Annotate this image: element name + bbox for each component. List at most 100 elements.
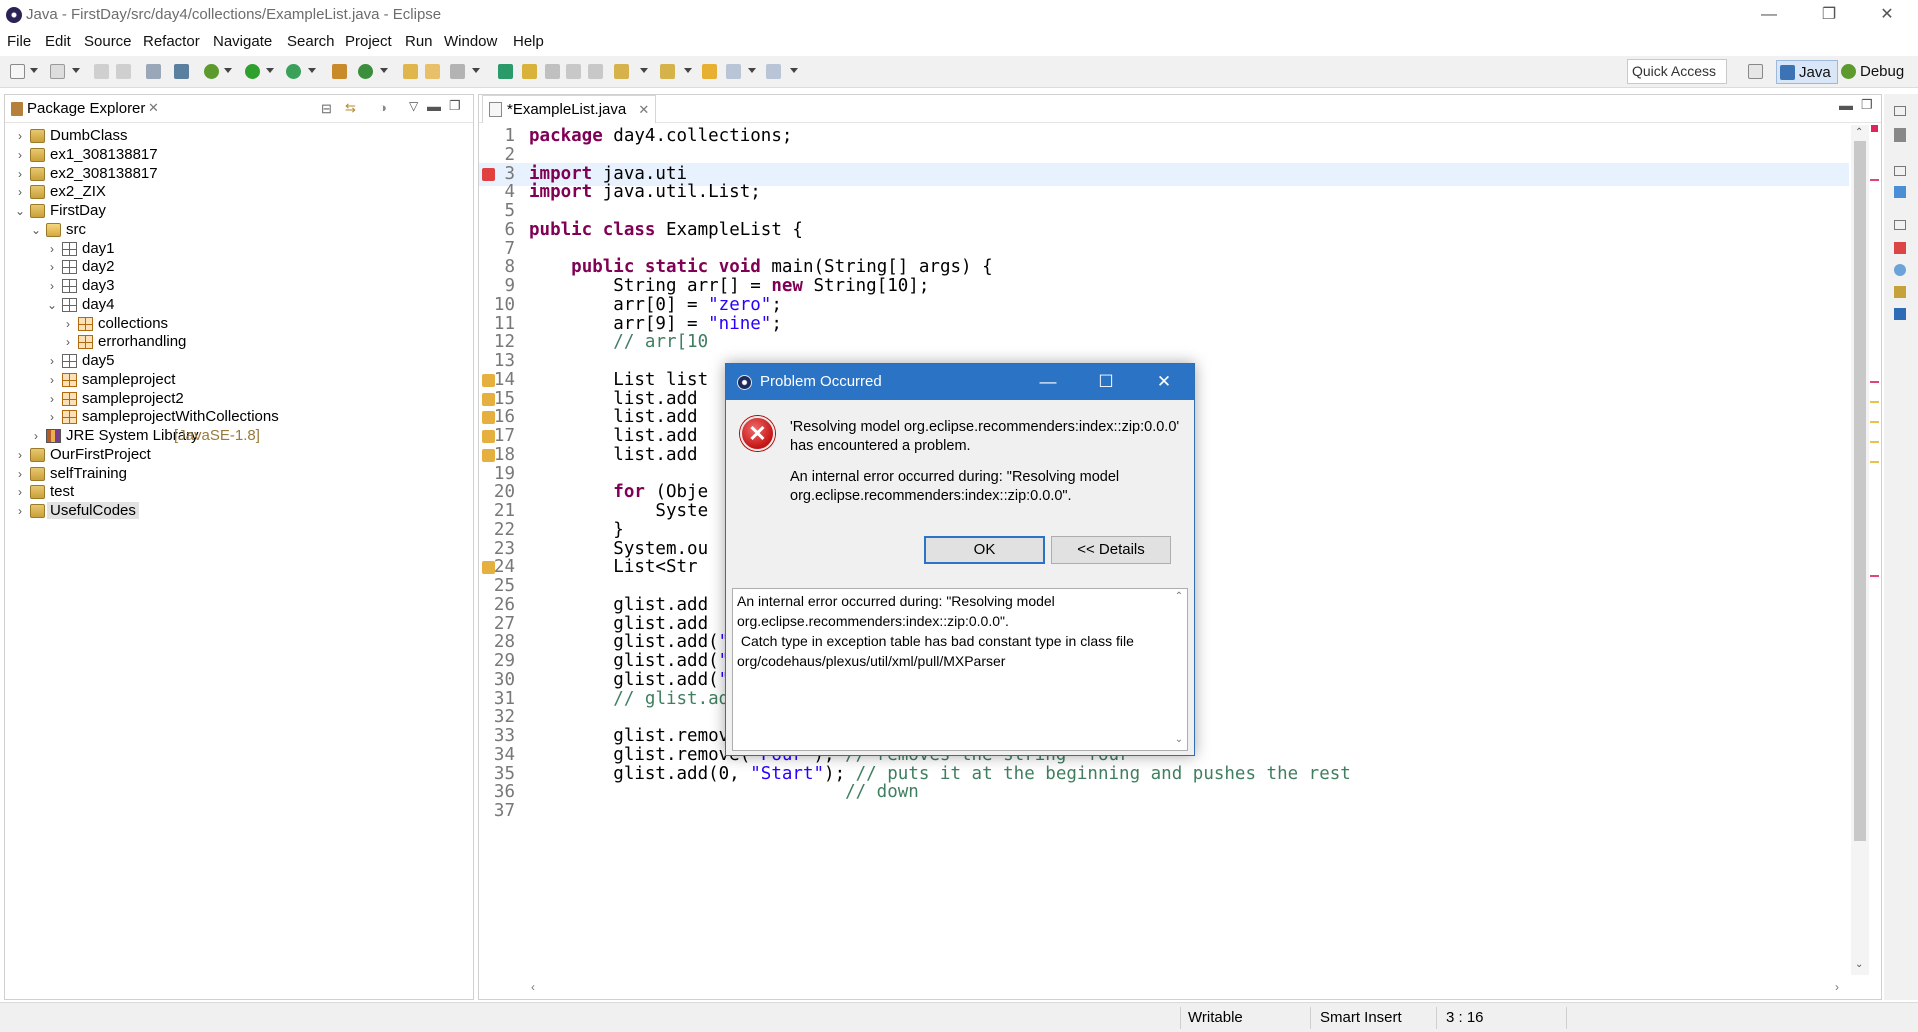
error-ruler-mark[interactable] (1870, 381, 1879, 383)
warning-ruler-mark[interactable] (1870, 461, 1879, 463)
menu-file[interactable]: File (7, 33, 31, 50)
back-dropdown-caret[interactable] (748, 68, 756, 73)
expanded-chevron-icon[interactable]: ⌄ (29, 221, 43, 239)
collapsed-chevron-icon[interactable]: › (13, 446, 27, 464)
collapsed-chevron-icon[interactable]: › (13, 165, 27, 183)
tree-item[interactable]: › ex2_308138817 (5, 164, 471, 184)
minimize-editor-icon[interactable]: ▬ (1839, 97, 1853, 113)
save-icon[interactable] (94, 64, 109, 79)
tree-item[interactable]: › selfTraining (5, 464, 471, 484)
save-all-icon[interactable] (116, 64, 131, 79)
tree-item[interactable]: › sampleprojectWithCollections (5, 407, 471, 427)
next-annotation-icon[interactable] (498, 64, 513, 79)
close-editor-icon[interactable]: ✕ (638, 102, 649, 117)
tree-item[interactable]: › JRE System Library [JavaSE-1.8] (5, 426, 471, 446)
menu-help[interactable]: Help (513, 33, 544, 50)
minimize-view-icon[interactable]: ▬ (427, 98, 441, 114)
last-edit-location-icon[interactable] (702, 64, 717, 79)
console-icon[interactable] (1894, 308, 1906, 320)
open-perspective-icon[interactable] (1748, 64, 1763, 79)
tree-item[interactable]: › test (5, 482, 471, 502)
debug-icon[interactable] (204, 64, 219, 79)
word-wrap-icon[interactable] (588, 64, 603, 79)
tree-item[interactable]: › DumbClass (5, 126, 471, 146)
collapsed-chevron-icon[interactable]: › (45, 408, 59, 426)
tree-item[interactable]: › sampleproject (5, 370, 471, 390)
scroll-up-arrow[interactable]: ⌃ (1855, 127, 1863, 138)
next-edit-icon[interactable] (614, 64, 629, 79)
menu-navigate[interactable]: Navigate (213, 33, 272, 50)
collapsed-chevron-icon[interactable]: › (45, 371, 59, 389)
coverage-dropdown-caret[interactable] (308, 68, 316, 73)
expanded-chevron-icon[interactable]: ⌄ (45, 296, 59, 314)
tree-item[interactable]: ⌄ FirstDay (5, 201, 471, 221)
package-explorer-tab[interactable]: Package Explorer ✕ ⊟ ⇆ ◑ ▽ ▬ ❐ (5, 95, 473, 123)
new-icon[interactable] (10, 64, 25, 79)
dialog-minimize-button[interactable]: — (1019, 364, 1077, 400)
back-arrow-icon[interactable] (726, 64, 741, 79)
expanded-chevron-icon[interactable]: ⌄ (13, 202, 27, 220)
show-whitespace-icon[interactable] (545, 64, 560, 79)
dialog-close-button[interactable]: ✕ (1135, 364, 1193, 400)
details-text-area[interactable]: An internal error occurred during: "Reso… (732, 588, 1188, 751)
java-perspective-button[interactable]: Java (1776, 60, 1838, 84)
debug-dropdown-caret[interactable] (224, 68, 232, 73)
warning-ruler-mark[interactable] (1870, 441, 1879, 443)
collapsed-chevron-icon[interactable]: › (61, 333, 75, 351)
tree-item[interactable]: ⌄ day4 (5, 295, 471, 315)
outline-icon[interactable] (1894, 186, 1906, 198)
tree-item[interactable]: › sampleproject2 (5, 389, 471, 409)
code-line[interactable]: 37 (479, 800, 1849, 823)
details-button[interactable]: << Details (1051, 536, 1171, 564)
open-icon[interactable] (50, 64, 65, 79)
forward-dropdown-caret[interactable] (790, 68, 798, 73)
toggle-breakpoint-icon[interactable] (174, 64, 189, 79)
forward-arrow-icon[interactable] (766, 64, 781, 79)
dialog-maximize-button[interactable]: ☐ (1077, 364, 1135, 400)
open-dropdown-caret[interactable] (72, 68, 80, 73)
search-dropdown-caret[interactable] (472, 68, 480, 73)
warning-ruler-mark[interactable] (1870, 401, 1879, 403)
restore-button[interactable]: ❐ (1800, 0, 1858, 30)
tree-item[interactable]: ⌄ src (5, 220, 471, 240)
javadoc-icon[interactable] (1894, 264, 1906, 276)
menu-project[interactable]: Project (345, 33, 392, 50)
menu-window[interactable]: Window (444, 33, 497, 50)
maximize-view-icon[interactable]: ❐ (449, 98, 461, 114)
collapsed-chevron-icon[interactable]: › (45, 277, 59, 295)
restore-outline-icon[interactable] (1894, 106, 1906, 116)
restore-console-icon[interactable] (1894, 220, 1906, 230)
menu-edit[interactable]: Edit (45, 33, 71, 50)
collapsed-chevron-icon[interactable]: › (45, 258, 59, 276)
new-java-package-icon[interactable] (332, 64, 347, 79)
error-ruler-mark[interactable] (1870, 575, 1879, 577)
maximize-editor-icon[interactable]: ❐ (1861, 97, 1873, 113)
scroll-right-arrow[interactable]: › (1835, 980, 1839, 994)
details-scroll-up-arrow[interactable]: ⌃ (1173, 591, 1185, 603)
details-scroll-down-arrow[interactable]: ⌄ (1173, 734, 1185, 746)
tree-item[interactable]: › day3 (5, 276, 471, 296)
problems-icon[interactable] (1894, 242, 1906, 254)
highlight-icon[interactable] (522, 64, 537, 79)
error-ruler-mark[interactable] (1870, 179, 1879, 181)
restore-problems-icon[interactable] (1894, 166, 1906, 176)
minimize-button[interactable]: — (1740, 0, 1798, 30)
tree-item[interactable]: › collections (5, 314, 471, 334)
coverage-icon[interactable] (286, 64, 301, 79)
collapsed-chevron-icon[interactable]: › (13, 146, 27, 164)
new-java-class-icon[interactable] (358, 64, 373, 79)
new-dropdown-caret[interactable] (30, 68, 38, 73)
quick-access-field[interactable]: Quick Access (1627, 59, 1727, 84)
collapse-all-icon[interactable]: ⊟ (321, 101, 332, 117)
collapsed-chevron-icon[interactable]: › (61, 315, 75, 333)
view-filter-icon[interactable]: ◑ (379, 100, 387, 115)
debug-perspective-button[interactable]: Debug (1838, 60, 1904, 84)
menu-source[interactable]: Source (84, 33, 132, 50)
open-type-icon[interactable] (403, 64, 418, 79)
collapsed-chevron-icon[interactable]: › (45, 352, 59, 370)
collapsed-chevron-icon[interactable]: › (45, 240, 59, 258)
collapsed-chevron-icon[interactable]: › (13, 502, 27, 520)
collapsed-chevron-icon[interactable]: › (13, 483, 27, 501)
view-menu-icon[interactable]: ▽ (409, 99, 418, 113)
editor-horizontal-scrollbar[interactable]: ‹ › (529, 979, 1849, 997)
